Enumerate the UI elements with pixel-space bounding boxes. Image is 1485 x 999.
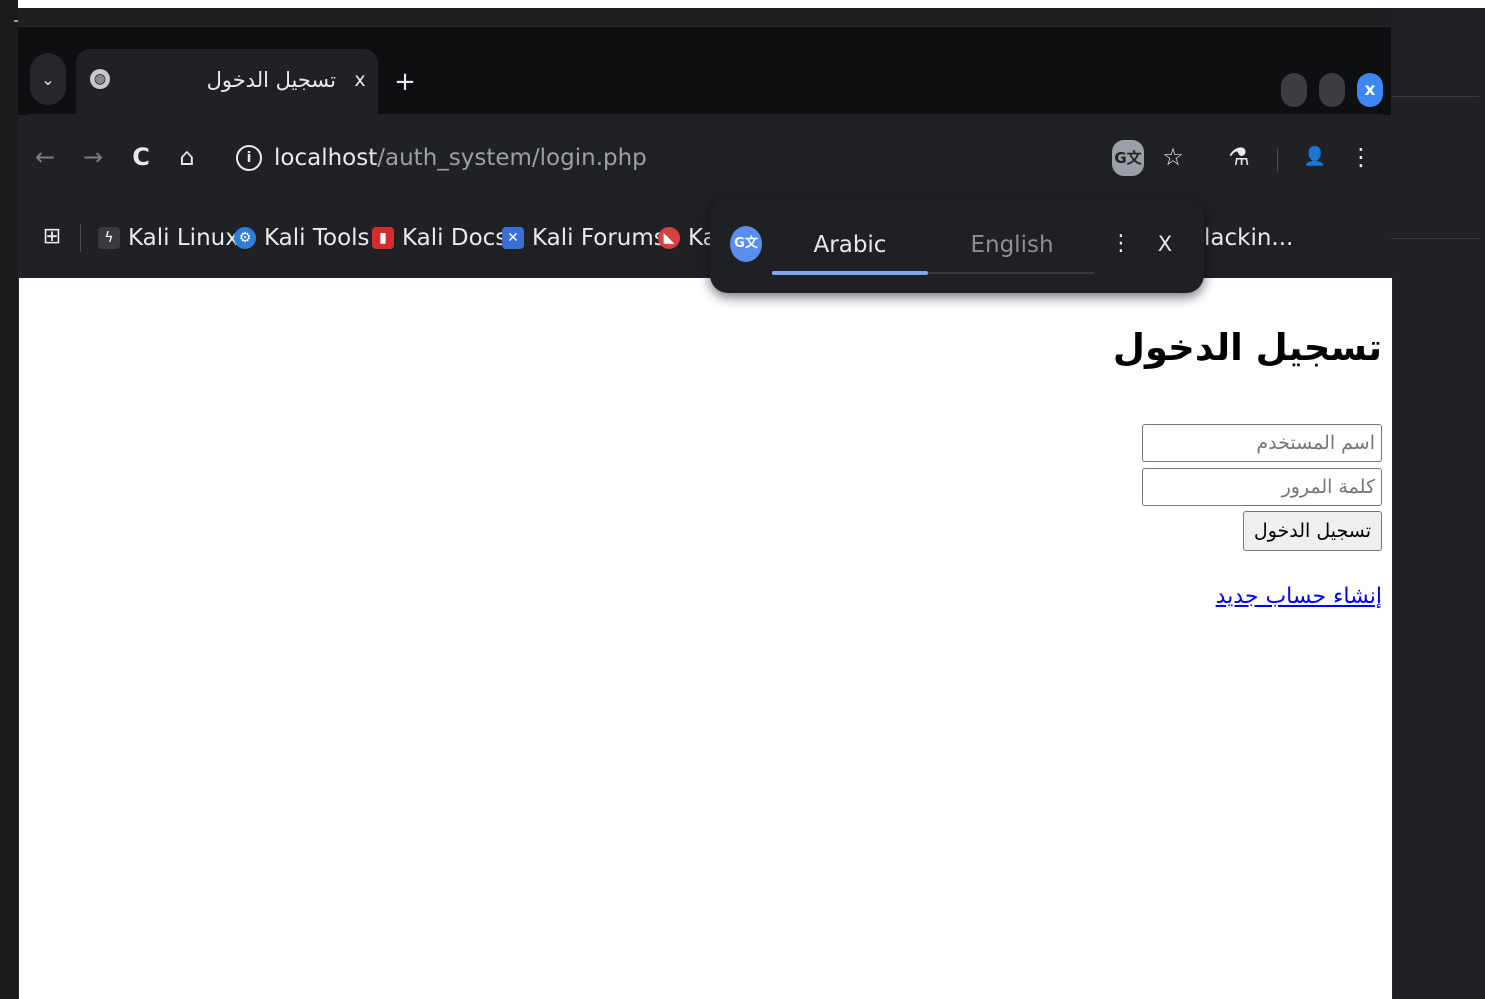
tab-arabic[interactable]: Arabic	[772, 225, 928, 265]
translate-popup: G文 Arabic English ⋮ X	[710, 197, 1204, 293]
bookmark-label: Kali Tools	[264, 225, 370, 251]
bookmark-kali-tools[interactable]: ⚙ Kali Tools	[234, 218, 370, 258]
kali-docs-icon: ▮	[372, 227, 394, 249]
bookmark-star-icon[interactable]: ☆	[1158, 142, 1188, 172]
tab-english[interactable]: English	[934, 225, 1090, 265]
browser-window: ⌄ ◍ تسجيل الدخول x + x ← → C ⌂ i localho…	[18, 8, 1393, 999]
username-input[interactable]	[1142, 424, 1382, 462]
top-strip	[0, 0, 1485, 8]
back-icon[interactable]: ←	[30, 142, 60, 172]
kali-tools-icon: ⚙	[234, 227, 256, 249]
active-language-indicator	[772, 271, 928, 275]
apps-grid-icon[interactable]: ⊞	[40, 222, 64, 252]
window-close-button[interactable]: x	[1357, 73, 1383, 107]
url-path: /auth_system/login.php	[377, 145, 647, 171]
profile-icon[interactable]: 👤	[1300, 142, 1330, 172]
chrome-menu-icon[interactable]: ⋮	[1346, 142, 1376, 172]
desktop-divider	[1391, 238, 1479, 239]
google-translate-icon: G文	[730, 226, 762, 262]
kali-dragon-icon: ϟ	[98, 227, 120, 249]
tab-search-button[interactable]: ⌄	[30, 53, 66, 105]
minimize-button[interactable]	[1281, 73, 1307, 107]
bookmark-kali-linux[interactable]: ϟ Kali Linux	[98, 218, 239, 258]
kali-forums-icon: ✕	[502, 227, 524, 249]
toolbar-separator	[1277, 148, 1278, 172]
password-input[interactable]	[1142, 468, 1382, 506]
bookmark-label: Kali Docs	[402, 225, 508, 251]
address-bar[interactable]: i localhost/auth_system/login.php G文	[224, 128, 1172, 188]
tab-login[interactable]: ◍ تسجيل الدخول x	[76, 49, 378, 115]
login-button[interactable]: تسجيل الدخول	[1242, 511, 1382, 551]
bookmark-kali-nethunter[interactable]: ◣ Ka	[658, 218, 717, 258]
desktop-left-edge	[0, 0, 34, 999]
kali-nethunter-icon: ◣	[658, 227, 680, 249]
bookmark-kali-docs[interactable]: ▮ Kali Docs	[372, 218, 507, 258]
forward-icon[interactable]: →	[78, 142, 108, 172]
bookmark-kali-forums[interactable]: ✕ Kali Forums	[502, 218, 666, 258]
translate-options-icon[interactable]: ⋮	[1108, 227, 1134, 261]
maximize-button[interactable]	[1319, 73, 1345, 107]
tab-strip: ⌄ ◍ تسجيل الدخول x + x	[18, 26, 1391, 115]
bookmark-truncated[interactable]: lackin...	[1204, 218, 1293, 258]
bookmarks-separator	[80, 224, 81, 252]
bookmark-label: Kali Linux	[128, 225, 239, 251]
tab-title: تسجيل الدخول	[206, 68, 336, 92]
new-tab-button[interactable]: +	[390, 67, 420, 97]
translate-icon[interactable]: G文	[1112, 140, 1144, 176]
register-link[interactable]: إنشاء حساب جديد	[1216, 584, 1382, 609]
labs-flask-icon[interactable]: ⚗	[1224, 142, 1254, 172]
translate-close-button[interactable]: X	[1152, 227, 1178, 261]
url-host: localhost	[274, 145, 378, 171]
page-content: تسجيل الدخول تسجيل الدخول إنشاء حساب جدي…	[18, 278, 1393, 999]
reload-icon[interactable]: C	[126, 142, 156, 172]
url-text[interactable]: localhost/auth_system/login.php	[274, 138, 647, 178]
desktop-right-panel	[1391, 8, 1485, 999]
toolbar: ← → C ⌂ i localhost/auth_system/login.ph…	[18, 114, 1391, 200]
chevron-down-icon: ⌄	[41, 69, 55, 89]
tab-close-button[interactable]: x	[348, 65, 372, 95]
site-info-icon[interactable]: i	[236, 145, 262, 171]
page-title: تسجيل الدخول	[1112, 326, 1382, 369]
home-icon[interactable]: ⌂	[172, 142, 202, 172]
desktop-divider	[1391, 96, 1479, 97]
globe-icon: ◍	[90, 69, 110, 89]
bookmark-label: Kali Forums	[532, 225, 666, 251]
